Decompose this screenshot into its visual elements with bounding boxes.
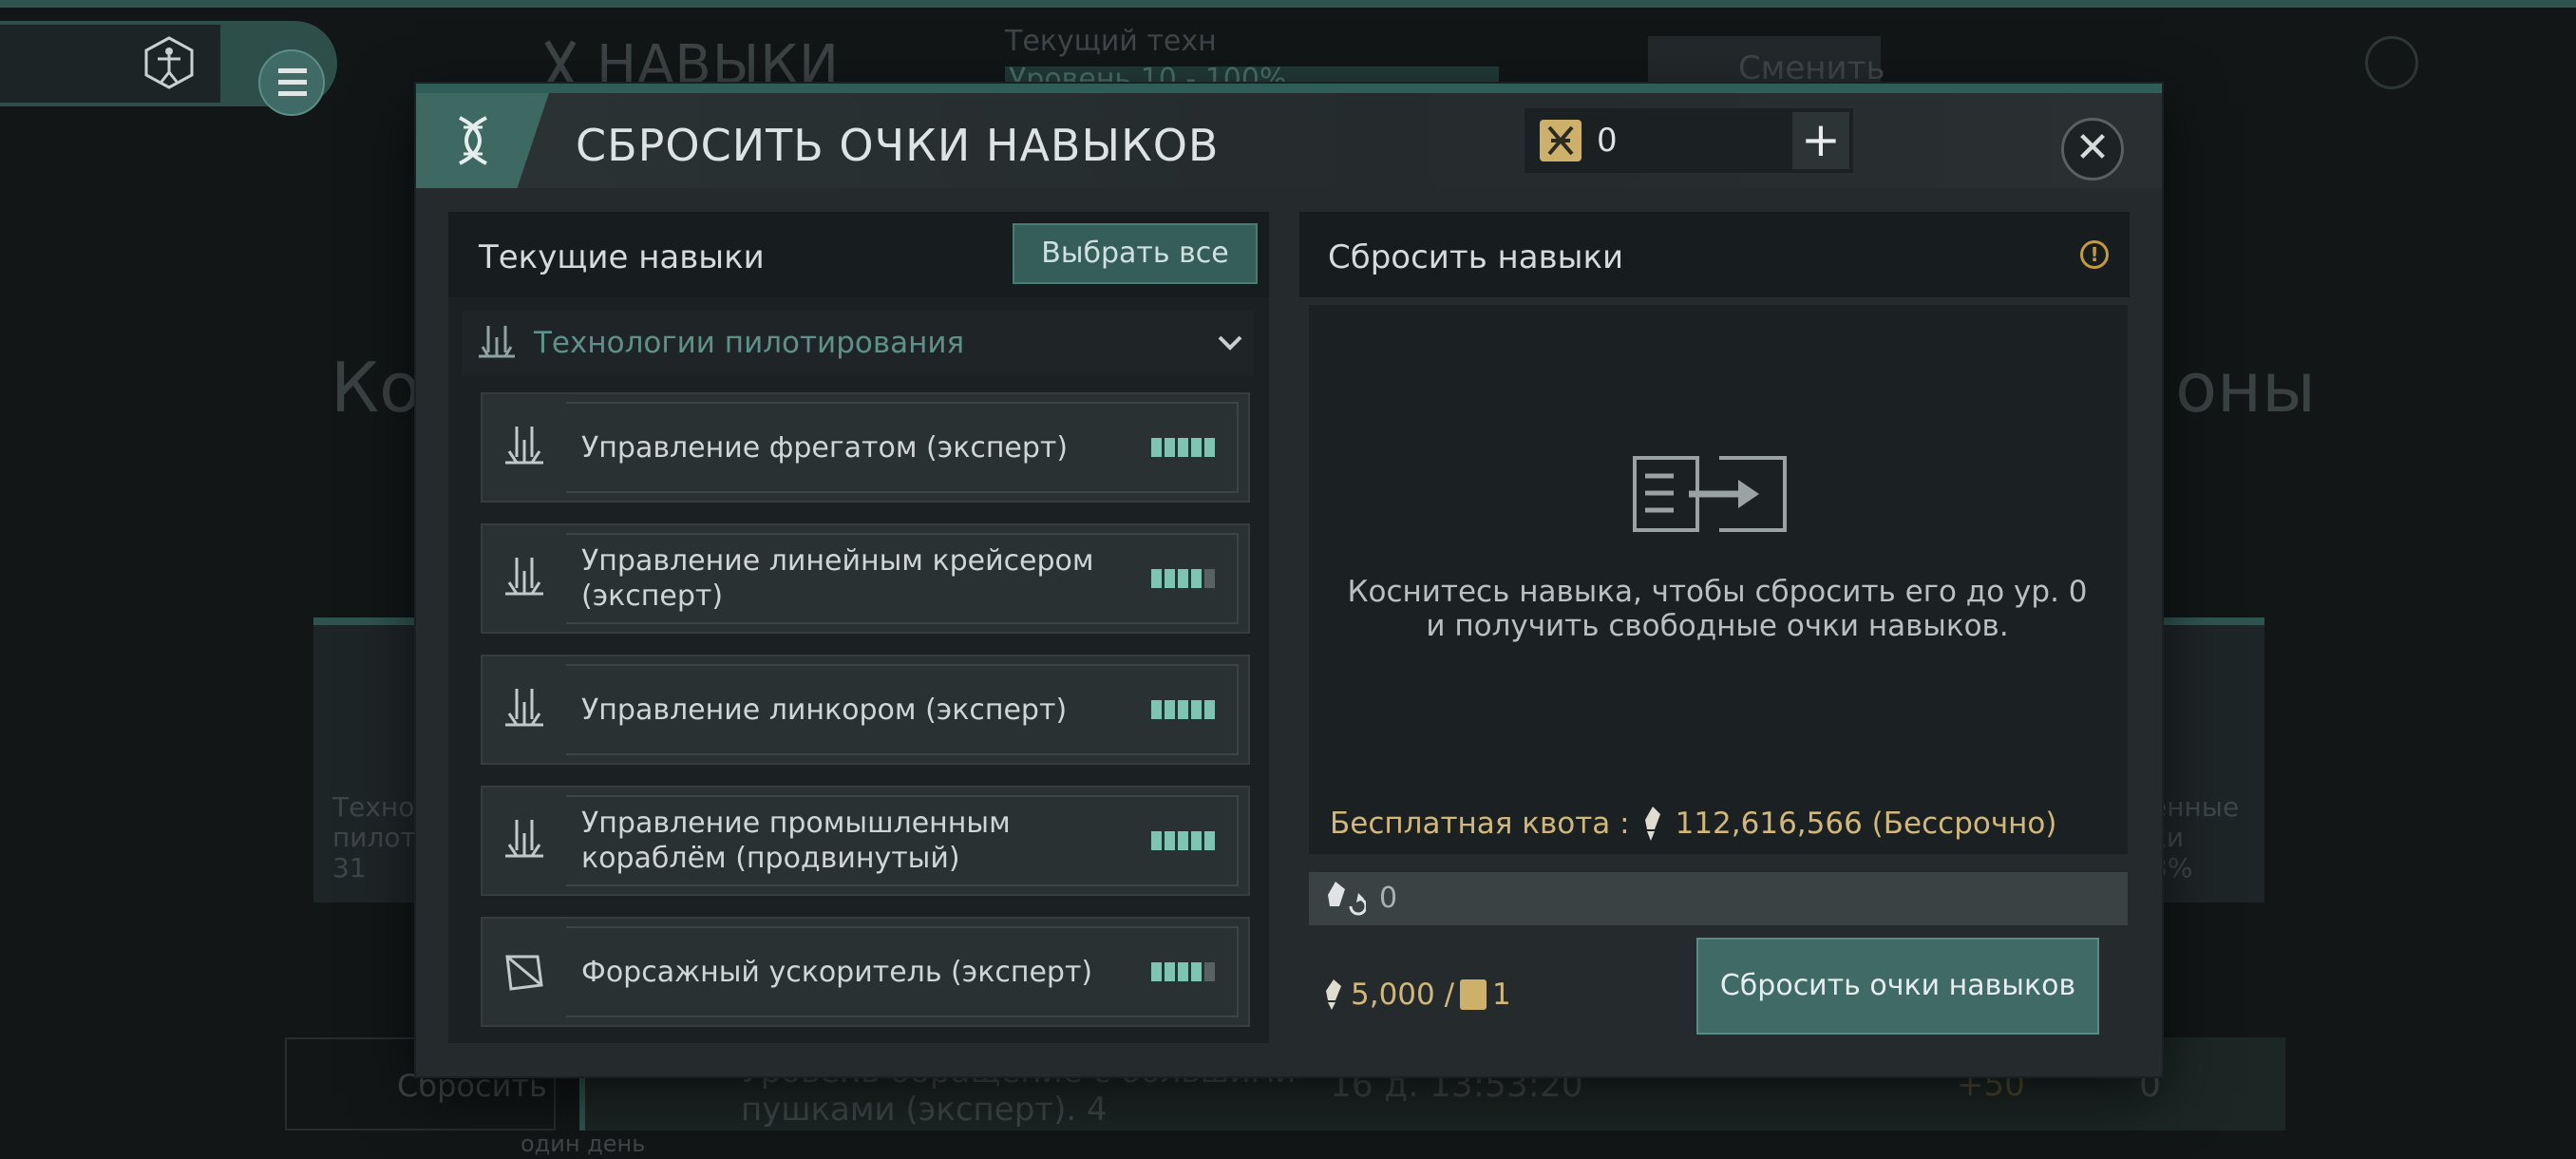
header-tab <box>416 93 549 188</box>
free-quota-label: Бесплатная квота : <box>1330 807 1630 841</box>
background-close-button[interactable] <box>2365 36 2418 89</box>
reset-cost-currency: 1 <box>1492 978 1511 1012</box>
modal-top-line <box>416 84 2162 93</box>
reset-hint-text: Коснитесь навыка, чтобы сбросить его до … <box>1347 575 2088 643</box>
ship-icon <box>505 689 543 727</box>
current-skills-header: Текущие навыки Выбрать все <box>448 212 1269 297</box>
currency-value: 0 <box>1597 122 1618 160</box>
skill-level-indicator <box>1151 962 1215 981</box>
reset-skills-title: Сбросить навыки <box>1328 238 1624 276</box>
background-left-bar <box>0 21 337 116</box>
skill-name: Управление линкором (эксперт) <box>581 693 1068 727</box>
skill-level-indicator <box>1151 831 1215 850</box>
skill-point-icon <box>1644 807 1660 841</box>
free-quota-value: 112,616,566 (Бессрочно) <box>1675 807 2057 841</box>
reset-points-icon <box>1328 882 1366 916</box>
transfer-icon <box>1633 456 1787 532</box>
character-icon <box>144 36 194 89</box>
free-quota: Бесплатная квота : 112,616,566 (Бессрочн… <box>1330 805 2057 843</box>
background-reset-sub: один день <box>521 1130 646 1157</box>
menu-button[interactable] <box>258 49 325 116</box>
skill-group-title: Технологии пилотирования <box>534 326 965 360</box>
background-big-text-right: оны <box>2175 348 2316 428</box>
skill-row[interactable]: Управление линкором (эксперт) <box>481 655 1250 765</box>
chevron-down-icon <box>1218 335 1242 351</box>
reset-cost: 5,000 / 1 <box>1322 978 1511 1012</box>
ship-icon <box>505 427 543 465</box>
reset-skill-points-button[interactable]: Сбросить очки навыков <box>1696 938 2099 1035</box>
reset-skills-panel: Сбросить навыки ! Коснитесь навыка, чтоб… <box>1299 212 2130 1043</box>
background-card-right-text: енные ки 3% <box>2150 791 2240 884</box>
background-top-line <box>0 0 2576 8</box>
close-button[interactable]: ✕ <box>2061 118 2124 180</box>
ship-icon <box>505 820 543 858</box>
skill-level-indicator <box>1151 700 1215 719</box>
skill-row[interactable]: Управление фрегатом (эксперт) <box>481 392 1250 503</box>
background-big-text-left: Ко <box>331 348 422 428</box>
skill-row[interactable]: Форсажный ускоритель (эксперт) <box>481 917 1250 1027</box>
skill-name: Управление линейным крейсером (эксперт) <box>581 544 1094 613</box>
modal-title: СБРОСИТЬ ОЧКИ НАВЫКОВ <box>576 120 1220 171</box>
skill-row[interactable]: Управление промышленным кораблём (продви… <box>481 786 1250 896</box>
background-tech-label: Текущий техн <box>1005 25 1217 58</box>
add-currency-button[interactable]: + <box>1792 112 1849 169</box>
skill-point-icon <box>1326 979 1341 1010</box>
skill-name: Управление промышленным кораблём (продви… <box>581 807 1011 875</box>
afterburner-icon <box>505 955 543 991</box>
ship-icon <box>505 558 543 596</box>
reset-cost-points: 5,000 / <box>1351 978 1455 1012</box>
skills-icon <box>459 116 487 165</box>
skill-level-indicator <box>1151 438 1215 457</box>
current-skills-panel: Текущие навыки Выбрать все Технологии пи… <box>448 212 1269 1043</box>
modal-header: СБРОСИТЬ ОЧКИ НАВЫКОВ 0 + ✕ <box>416 93 2162 188</box>
background-change-label: Сменить <box>1738 49 1885 87</box>
skill-currency-icon <box>1540 120 1582 162</box>
skill-currency-icon <box>1460 979 1487 1010</box>
skill-name: Форсажный ускоритель (эксперт) <box>581 955 1093 989</box>
reset-drop-area: Коснитесь навыка, чтобы сбросить его до … <box>1309 305 2128 854</box>
select-all-button[interactable]: Выбрать все <box>1013 223 1258 284</box>
reset-skills-modal: СБРОСИТЬ ОЧКИ НАВЫКОВ 0 + ✕ Текущие навы… <box>416 84 2162 1076</box>
reset-skills-header: Сбросить навыки ! <box>1299 212 2130 297</box>
skill-level-indicator <box>1151 569 1215 588</box>
selected-points-value: 0 <box>1379 882 1398 915</box>
piloting-icon <box>479 326 515 358</box>
warning-icon[interactable]: ! <box>2080 240 2109 269</box>
skill-row[interactable]: Управление линейным крейсером (эксперт) <box>481 523 1250 634</box>
selected-points-row: 0 <box>1309 872 2128 925</box>
current-skills-title: Текущие навыки <box>479 238 765 276</box>
skill-group-header[interactable]: Технологии пилотирования <box>462 311 1254 375</box>
skill-name: Управление фрегатом (эксперт) <box>581 430 1069 465</box>
